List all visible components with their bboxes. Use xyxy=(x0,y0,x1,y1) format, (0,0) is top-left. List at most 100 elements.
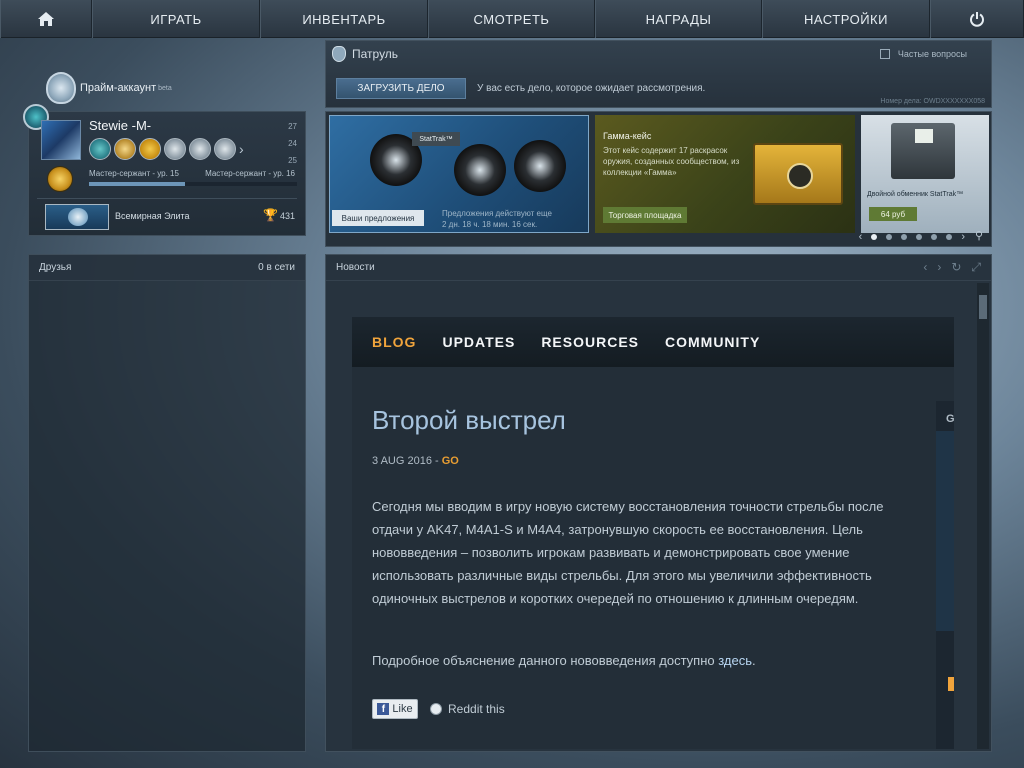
case-number: Номер дела: OWDXXXXXXX058 xyxy=(880,98,985,105)
profile-stats: 27 24 25 xyxy=(288,118,297,169)
tab-resources[interactable]: RESOURCES xyxy=(541,334,639,350)
nav-settings-button[interactable]: НАСТРОЙКИ xyxy=(762,0,930,38)
patrol-shield-icon xyxy=(332,46,346,62)
home-button[interactable] xyxy=(0,0,92,38)
medal-icon[interactable] xyxy=(214,138,236,160)
music-kit-icon xyxy=(514,140,566,192)
faq-link[interactable]: Частые вопросы xyxy=(879,49,967,59)
patrol-panel: Патруль Частые вопросы ЗАГРУЗИТЬ ДЕЛО У … xyxy=(325,40,992,108)
your-offers-tag[interactable]: Ваши предложения xyxy=(332,210,424,226)
power-button[interactable] xyxy=(930,0,1024,38)
news-article: BLOG UPDATES RESOURCES COMMUNITY Второй … xyxy=(352,317,955,749)
friends-panel: Друзья 0 в сети xyxy=(28,254,306,752)
chevron-right-icon[interactable]: › xyxy=(961,231,965,243)
article-date: 3 AUG 2016 - GO xyxy=(372,455,459,467)
article-sidebar: G xyxy=(936,401,955,749)
store-offer-personal[interactable]: StatTrak™ Ваши предложения Предложения д… xyxy=(329,115,589,233)
nav-rewards-button[interactable]: НАГРАДЫ xyxy=(595,0,762,38)
offer-validity: Предложения действуют еще 2 дн. 18 ч. 18… xyxy=(442,208,552,230)
trophy-icon: 🏆 xyxy=(263,208,278,222)
carousel-dot[interactable] xyxy=(946,234,953,240)
back-icon[interactable]: ‹ xyxy=(923,260,927,275)
facebook-like-button[interactable]: f Like xyxy=(372,699,418,719)
store-offer-stattrak-swap[interactable]: Двойной обменник StatTrak™ 64 руб xyxy=(861,115,989,233)
carousel-dot[interactable] xyxy=(931,234,938,240)
forward-icon[interactable]: › xyxy=(937,260,941,275)
blog-tabs: BLOG UPDATES RESOURCES COMMUNITY xyxy=(352,317,954,367)
article-title[interactable]: Второй выстрел xyxy=(372,405,566,436)
friends-online-count[interactable]: 0 в сети xyxy=(258,262,295,273)
upload-case-button[interactable]: ЗАГРУЗИТЬ ДЕЛО xyxy=(336,78,466,99)
sidebar-letter: G xyxy=(946,413,955,425)
chevron-right-icon[interactable]: › xyxy=(239,138,244,160)
store-panel: StatTrak™ Ваши предложения Предложения д… xyxy=(325,111,992,247)
article-more-end: . xyxy=(752,653,756,668)
rank-current: Мастер-сержант - ур. 15 xyxy=(89,169,179,178)
nav-play-button[interactable]: ИГРАТЬ xyxy=(92,0,260,38)
music-kit-icon xyxy=(454,144,506,196)
carousel-dot[interactable] xyxy=(901,234,908,240)
skill-group-icon xyxy=(45,204,109,230)
article-date-text: 3 AUG 2016 - xyxy=(372,455,442,467)
patrol-message: У вас есть дело, которое ожидает рассмот… xyxy=(477,83,706,94)
scrollbar-thumb[interactable] xyxy=(979,295,987,319)
prime-sub: beta xyxy=(158,84,172,92)
medal-icon[interactable] xyxy=(139,138,161,160)
article-body: Сегодня мы вводим в игру новую систему в… xyxy=(372,499,884,606)
tab-blog[interactable]: BLOG xyxy=(372,334,416,350)
store-carousel: ‹ › xyxy=(859,231,965,243)
chevron-left-icon[interactable]: ‹ xyxy=(859,231,863,243)
nav-inventory-button[interactable]: ИНВЕНТАРЬ xyxy=(260,0,428,38)
article-more-link[interactable]: здесь xyxy=(718,653,752,668)
weapon-case-icon xyxy=(753,143,843,205)
medal-icon[interactable] xyxy=(114,138,136,160)
avatar[interactable] xyxy=(41,120,81,160)
stat-value: 24 xyxy=(288,139,297,148)
facebook-icon: f xyxy=(377,703,390,715)
medal-icon[interactable] xyxy=(189,138,211,160)
nav-watch-button[interactable]: СМОТРЕТЬ xyxy=(428,0,595,38)
article-tag[interactable]: GO xyxy=(442,455,459,467)
external-link-icon xyxy=(879,49,890,59)
medal-icon[interactable] xyxy=(164,138,186,160)
tab-community[interactable]: COMMUNITY xyxy=(665,334,760,350)
news-title: Новости xyxy=(336,262,375,273)
reddit-share-button[interactable]: Reddit this xyxy=(430,702,505,716)
news-controls: ‹ › ↻ ⤢ xyxy=(923,260,981,275)
faq-label: Частые вопросы xyxy=(897,49,967,59)
store-offer-gamma-case[interactable]: Гамма-кейс Этот кейс содержит 17 раскрас… xyxy=(595,115,855,233)
article-more-text: Подробное объяснение данного нововведени… xyxy=(372,653,719,668)
like-label: Like xyxy=(392,703,413,715)
price-button[interactable]: 64 руб xyxy=(869,207,917,221)
news-scrollbar[interactable] xyxy=(977,283,989,749)
reddit-label: Reddit this xyxy=(448,702,505,716)
friends-title: Друзья xyxy=(39,262,72,273)
external-link-icon[interactable]: ⤢ xyxy=(971,260,981,275)
stat-value: 27 xyxy=(288,122,297,131)
reddit-icon xyxy=(430,703,442,715)
prime-account[interactable]: Прайм-аккаунт beta xyxy=(46,72,172,104)
stat-value: 25 xyxy=(288,156,297,165)
xp-progress-bar xyxy=(89,182,297,186)
refresh-icon[interactable]: ↻ xyxy=(951,260,961,275)
prime-shield-icon xyxy=(46,72,76,104)
prime-label: Прайм-аккаунт xyxy=(80,82,157,94)
offer-title: Гамма-кейс xyxy=(603,131,652,141)
medal-icon[interactable] xyxy=(89,138,111,160)
xp-progress-fill xyxy=(89,182,185,186)
sidebar-block xyxy=(936,431,954,631)
marketplace-button[interactable]: Торговая площадка xyxy=(603,207,687,223)
service-coin-icon xyxy=(47,166,73,192)
skill-group-name: Всемирная Элита xyxy=(115,211,190,221)
patrol-header: Патруль xyxy=(332,46,398,62)
player-name: Stewie -M- xyxy=(89,118,152,133)
carousel-dot[interactable] xyxy=(916,234,923,240)
search-icon[interactable]: ⚲ xyxy=(975,229,983,242)
stattrak-label: StatTrak™ xyxy=(412,132,460,146)
carousel-dot[interactable] xyxy=(886,234,893,240)
sidebar-accent xyxy=(948,677,954,691)
tab-updates[interactable]: UPDATES xyxy=(442,334,515,350)
offer-validity-line: Предложения действуют еще xyxy=(442,209,552,218)
friends-header: Друзья 0 в сети xyxy=(29,255,305,281)
carousel-dot[interactable] xyxy=(871,234,878,240)
